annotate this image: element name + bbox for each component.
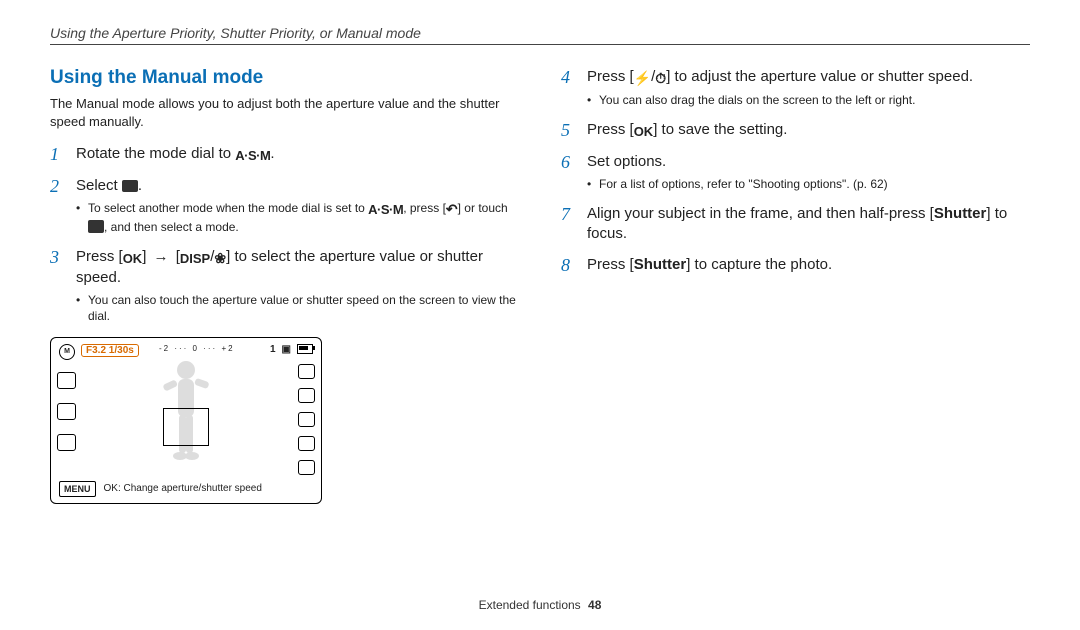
step-3: 3 Press [OK] → [DISP/❀] to select the ap… xyxy=(50,247,519,327)
step-number: 2 xyxy=(50,176,66,237)
sub-item: For a list of options, refer to "Shootin… xyxy=(587,176,888,192)
status-cluster: 1 ▣ xyxy=(270,344,313,355)
camera-lcd-illustration: M F3.2 1/30s -2 ··· 0 ··· +2 1 ▣ xyxy=(50,337,322,504)
shutter-label: Shutter xyxy=(634,256,687,273)
footer-section: Extended functions xyxy=(479,598,581,612)
bottom-bar: MENU OK: Change aperture/shutter speed xyxy=(59,481,313,497)
ok-icon: OK xyxy=(123,250,143,268)
right-icon-rail xyxy=(298,364,315,475)
step-6: 6 Set options. For a list of options, re… xyxy=(561,152,1030,194)
step-sublist: To select another mode when the mode dia… xyxy=(76,200,519,235)
step-body: Press [⚡/⏱] to adjust the aperture value… xyxy=(587,67,973,110)
step-number: 7 xyxy=(561,204,577,245)
text: Press [ xyxy=(76,248,123,265)
text: . xyxy=(270,145,274,162)
hint-text: OK: Change aperture/shutter speed xyxy=(104,483,262,494)
asm-icon: A·S·M xyxy=(368,201,403,219)
mode-badge: M xyxy=(59,344,75,360)
header-rule xyxy=(50,44,1030,45)
step-number: 1 xyxy=(50,144,66,166)
step-number: 5 xyxy=(561,120,577,142)
text: ] to adjust the aperture value or shutte… xyxy=(666,68,973,85)
camera-touch-icon xyxy=(88,220,104,233)
running-header: Using the Aperture Priority, Shutter Pri… xyxy=(50,25,1030,41)
sd-icon: ▣ xyxy=(282,344,291,355)
page-footer: Extended functions 48 xyxy=(0,598,1080,612)
ev-scale: -2 ··· 0 ··· +2 xyxy=(159,344,235,353)
step-sublist: For a list of options, refer to "Shootin… xyxy=(587,176,888,192)
left-icon-rail xyxy=(57,372,76,451)
timer-icon: ⏱ xyxy=(655,69,666,88)
text: Set options. xyxy=(587,153,666,170)
text: To select another mode when the mode dia… xyxy=(88,201,368,215)
text: ] or touch xyxy=(458,201,508,215)
step-sublist: You can also touch the aperture value or… xyxy=(76,292,519,324)
text: [ xyxy=(172,248,180,265)
text: ] to capture the photo. xyxy=(686,256,832,273)
page-number: 48 xyxy=(588,598,601,612)
text: , and then select a mode. xyxy=(104,220,239,234)
af-frame xyxy=(163,408,209,446)
rail-icon xyxy=(298,436,315,451)
text: Press [ xyxy=(587,68,634,85)
step-body: Align your subject in the frame, and the… xyxy=(587,204,1030,245)
right-column: 4 Press [⚡/⏱] to adjust the aperture val… xyxy=(561,67,1030,504)
rail-icon xyxy=(57,372,76,389)
two-column-layout: Using the Manual mode The Manual mode al… xyxy=(50,67,1030,504)
text: , press [ xyxy=(403,201,446,215)
step-body: Rotate the mode dial to A·S·M. xyxy=(76,144,274,166)
step-1: 1 Rotate the mode dial to A·S·M. xyxy=(50,144,519,166)
text: Rotate the mode dial to xyxy=(76,145,235,162)
disp-icon: DISP xyxy=(180,250,210,268)
rail-icon xyxy=(57,434,76,451)
macro-icon: ❀ xyxy=(214,249,226,268)
rail-icon xyxy=(298,388,315,403)
shutter-label: Shutter xyxy=(934,205,987,222)
left-column: Using the Manual mode The Manual mode al… xyxy=(50,67,519,504)
manual-page: Using the Aperture Priority, Shutter Pri… xyxy=(0,0,1080,630)
step-2: 2 Select . To select another mode when t… xyxy=(50,176,519,237)
step-number: 8 xyxy=(561,255,577,277)
menu-button-label: MENU xyxy=(59,481,96,497)
text: Align your subject in the frame, and the… xyxy=(587,205,934,222)
text: ] to save the setting. xyxy=(653,121,787,138)
ok-icon: OK xyxy=(634,123,654,141)
intro-text: The Manual mode allows you to adjust bot… xyxy=(50,95,519,130)
step-number: 4 xyxy=(561,67,577,110)
step-5: 5 Press [OK] to save the setting. xyxy=(561,120,1030,142)
rail-icon xyxy=(298,460,315,475)
shot-count: 1 xyxy=(270,344,276,355)
text: . xyxy=(138,177,142,194)
sub-item: You can also drag the dials on the scree… xyxy=(587,92,973,108)
section-title: Using the Manual mode xyxy=(50,67,519,89)
rail-icon xyxy=(57,403,76,420)
asm-icon: A·S·M xyxy=(235,147,270,165)
sub-item: To select another mode when the mode dia… xyxy=(76,200,519,235)
back-icon: ↶ xyxy=(446,200,458,219)
step-body: Press [OK] → [DISP/❀] to select the aper… xyxy=(76,247,519,327)
text: ] xyxy=(142,248,150,265)
step-number: 3 xyxy=(50,247,66,327)
camera-mode-m-icon xyxy=(122,180,138,192)
step-8: 8 Press [Shutter] to capture the photo. xyxy=(561,255,1030,277)
flash-icon: ⚡ xyxy=(634,69,651,88)
text: Select xyxy=(76,177,122,194)
step-body: Press [OK] to save the setting. xyxy=(587,120,787,142)
text: Press [ xyxy=(587,256,634,273)
sub-item: You can also touch the aperture value or… xyxy=(76,292,519,324)
step-body: Set options. For a list of options, refe… xyxy=(587,152,888,194)
rail-icon xyxy=(298,364,315,379)
step-7: 7 Align your subject in the frame, and t… xyxy=(561,204,1030,245)
step-body: Select . To select another mode when the… xyxy=(76,176,519,237)
exposure-readout: F3.2 1/30s xyxy=(81,344,139,357)
step-sublist: You can also drag the dials on the scree… xyxy=(587,92,973,108)
rail-icon xyxy=(298,412,315,427)
battery-icon xyxy=(297,344,313,354)
text: Press [ xyxy=(587,121,634,138)
step-4: 4 Press [⚡/⏱] to adjust the aperture val… xyxy=(561,67,1030,110)
step-number: 6 xyxy=(561,152,577,194)
step-body: Press [Shutter] to capture the photo. xyxy=(587,255,832,277)
arrow-icon: → xyxy=(154,248,169,265)
